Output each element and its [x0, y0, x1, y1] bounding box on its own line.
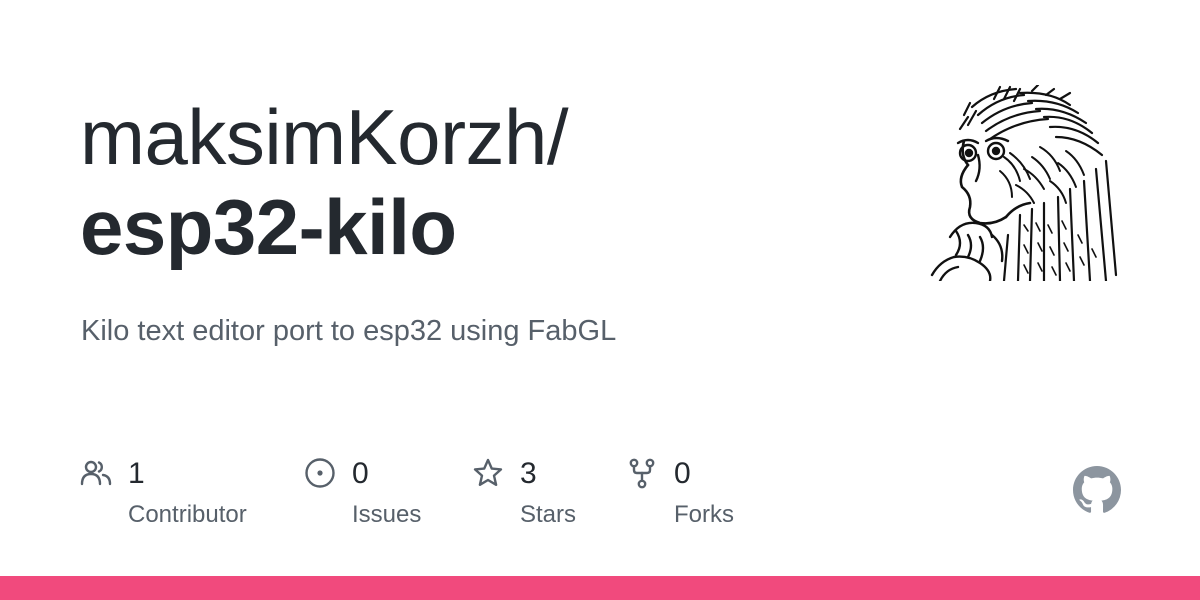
repo-description: Kilo text editor port to esp32 using Fab… — [81, 315, 617, 347]
stat-count: 0 — [352, 457, 369, 490]
repo-forked-icon — [626, 457, 658, 489]
stat-label: Issues — [352, 501, 422, 528]
stat-label: Forks — [674, 501, 734, 528]
github-mark-icon — [1073, 466, 1121, 514]
stat-stars[interactable]: 3 Stars — [472, 452, 622, 542]
stat-count: 1 — [128, 457, 145, 490]
accent-bar — [0, 576, 1200, 600]
star-icon — [472, 457, 504, 489]
people-icon — [80, 457, 112, 489]
repo-owner: maksimKorzh/ — [80, 93, 569, 181]
repo-name: esp32-kilo — [80, 183, 457, 271]
stat-issues[interactable]: 0 Issues — [304, 452, 464, 542]
issue-opened-icon — [304, 457, 336, 489]
repo-title: maksimKorzh/ esp32-kilo — [80, 92, 900, 272]
stat-contributors[interactable]: 1 Contributor — [80, 452, 280, 542]
stat-label: Stars — [520, 501, 577, 528]
stat-forks[interactable]: 0 Forks — [626, 452, 776, 542]
stat-count: 3 — [520, 457, 537, 490]
repo-stats: 1 Contributor 0 Issues 3 Stars 0 Forks — [80, 452, 780, 542]
stat-label: Contributor — [128, 501, 247, 528]
owner-avatar — [920, 83, 1120, 283]
stat-count: 0 — [674, 457, 691, 490]
